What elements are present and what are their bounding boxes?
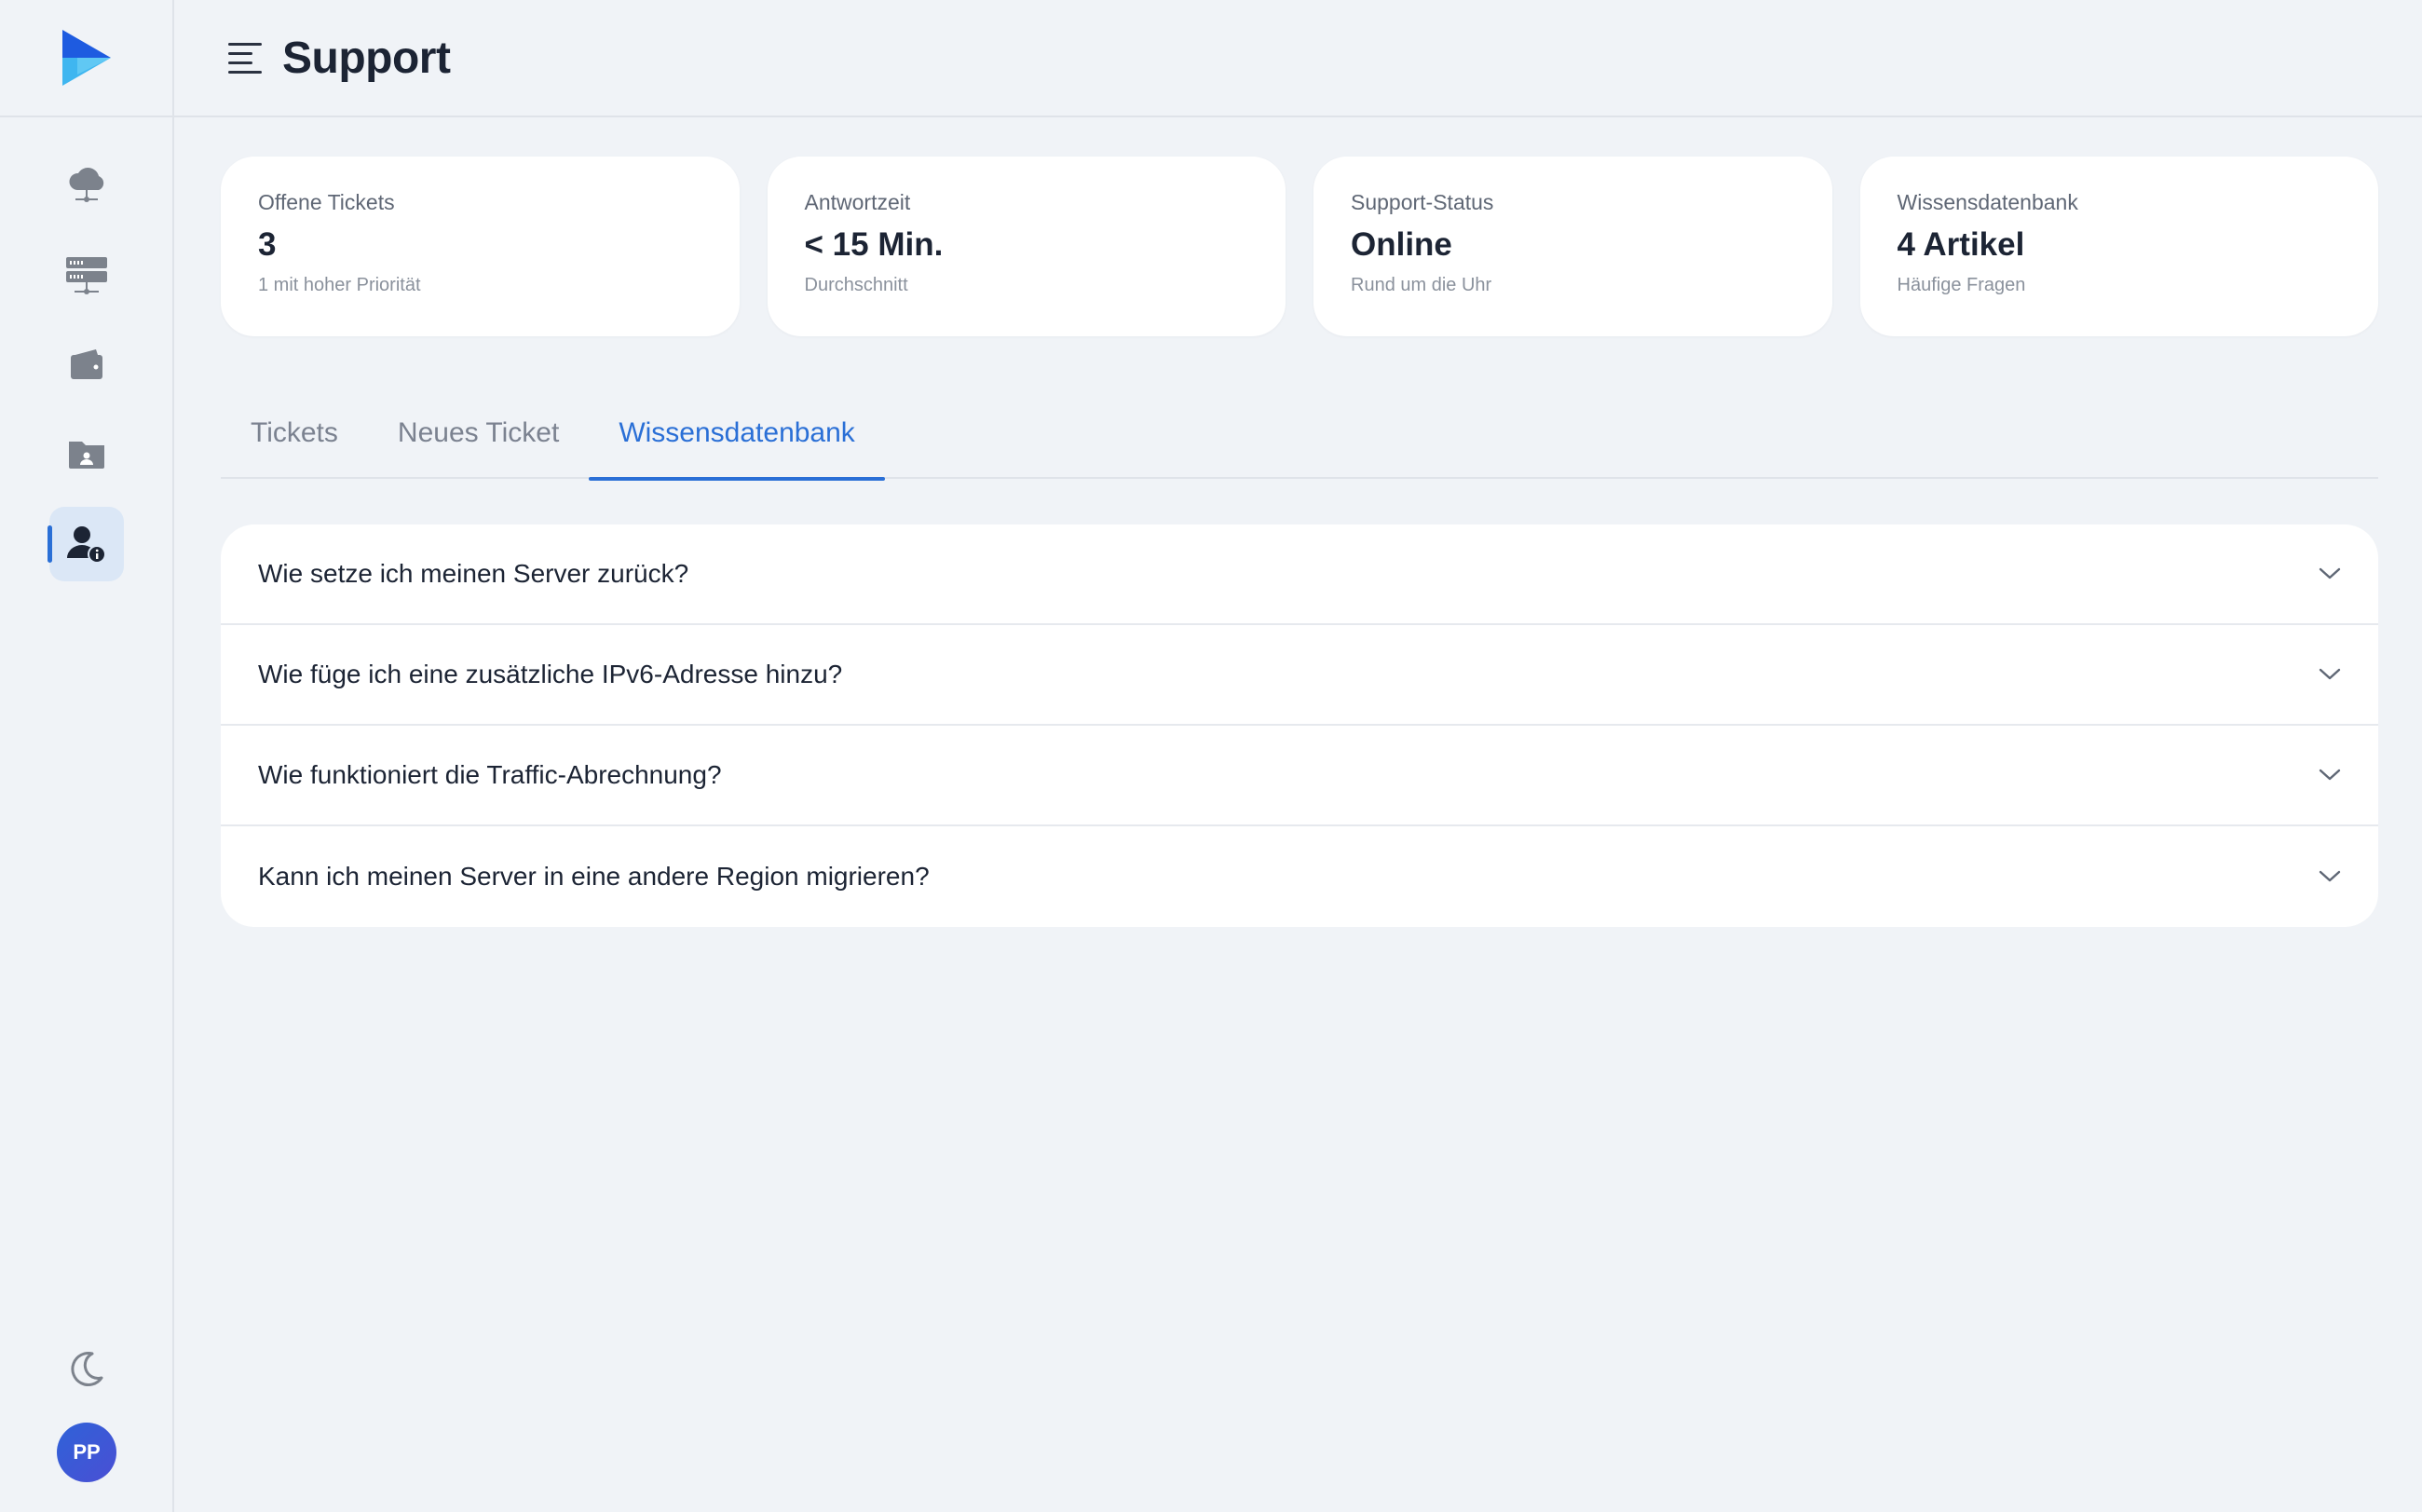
folder-user-icon: [69, 442, 104, 469]
faq-item[interactable]: Kann ich meinen Server in eine andere Re…: [221, 826, 2378, 927]
chevron-down-icon: [2317, 561, 2343, 587]
nav-servers[interactable]: [49, 238, 124, 312]
wallet-icon: [71, 349, 102, 379]
moon-icon: [71, 1352, 103, 1386]
tab-knowledge-base[interactable]: Wissensdatenbank: [589, 391, 886, 481]
logo[interactable]: [0, 0, 172, 117]
menu-toggle-button[interactable]: [225, 37, 265, 78]
tab-new-ticket[interactable]: Neues Ticket: [368, 391, 589, 479]
faq-item[interactable]: Wie füge ich eine zusätzliche IPv6-Adres…: [221, 625, 2378, 726]
stat-subtext: 1 mit hoher Priorität: [258, 275, 421, 295]
stat-card-open-tickets: Offene Tickets 3 1 mit hoher Priorität: [221, 157, 740, 336]
faq-question: Kann ich meinen Server in eine andere Re…: [258, 862, 930, 891]
stat-label: Antwortzeit: [804, 190, 911, 214]
stats-row: Offene Tickets 3 1 mit hoher Priorität A…: [221, 157, 2378, 336]
nav-support[interactable]: [48, 507, 124, 581]
stat-subtext: Häufige Fragen: [1897, 275, 2026, 295]
menu-icon: [228, 43, 262, 74]
nav-billing[interactable]: [49, 328, 124, 402]
chevron-down-icon: [2317, 661, 2343, 688]
chevron-down-icon: [2317, 864, 2343, 890]
stat-value: 3: [258, 226, 277, 263]
chevron-down-icon: [2317, 762, 2343, 788]
stat-card-knowledge-base: Wissensdatenbank 4 Artikel Häufige Frage…: [1859, 157, 2378, 336]
nav-files[interactable]: [49, 416, 124, 491]
support-user-icon: [67, 526, 106, 564]
play-logo-icon: [61, 30, 111, 86]
stat-value: < 15 Min.: [804, 226, 944, 263]
tab-bar: Tickets Neues Ticket Wissensdatenbank: [221, 391, 2378, 481]
top-header: Support: [174, 0, 2422, 117]
nav-cloud[interactable]: [49, 147, 124, 222]
faq-question: Wie füge ich eine zusätzliche IPv6-Adres…: [258, 660, 843, 688]
stat-label: Offene Tickets: [258, 190, 395, 214]
faq-question: Wie funktioniert die Traffic-Abrechnung?: [258, 760, 722, 789]
page-title: Support: [282, 33, 451, 83]
stat-value: Online: [1351, 226, 1452, 263]
stat-label: Support-Status: [1351, 190, 1494, 214]
tab-tickets[interactable]: Tickets: [221, 391, 368, 479]
stat-label: Wissensdatenbank: [1897, 190, 2078, 214]
stat-subtext: Durchschnitt: [804, 275, 908, 295]
stat-card-response-time: Antwortzeit < 15 Min. Durchschnitt: [767, 157, 1286, 336]
theme-toggle-button[interactable]: [61, 1343, 112, 1394]
stat-card-support-status: Support-Status Online Rund um die Uhr: [1313, 157, 1832, 336]
stat-value: 4 Artikel: [1897, 226, 2025, 263]
avatar[interactable]: PP: [57, 1423, 116, 1482]
faq-accordion: Wie setze ich meinen Server zurück? Wie …: [221, 524, 2378, 927]
faq-item[interactable]: Wie setze ich meinen Server zurück?: [221, 524, 2378, 625]
stat-subtext: Rund um die Uhr: [1351, 275, 1492, 295]
sidebar: PP: [0, 0, 174, 1512]
faq-item[interactable]: Wie funktioniert die Traffic-Abrechnung?: [221, 726, 2378, 826]
cloud-network-icon: [69, 168, 104, 202]
server-rack-icon: [66, 257, 107, 294]
faq-question: Wie setze ich meinen Server zurück?: [258, 559, 689, 588]
